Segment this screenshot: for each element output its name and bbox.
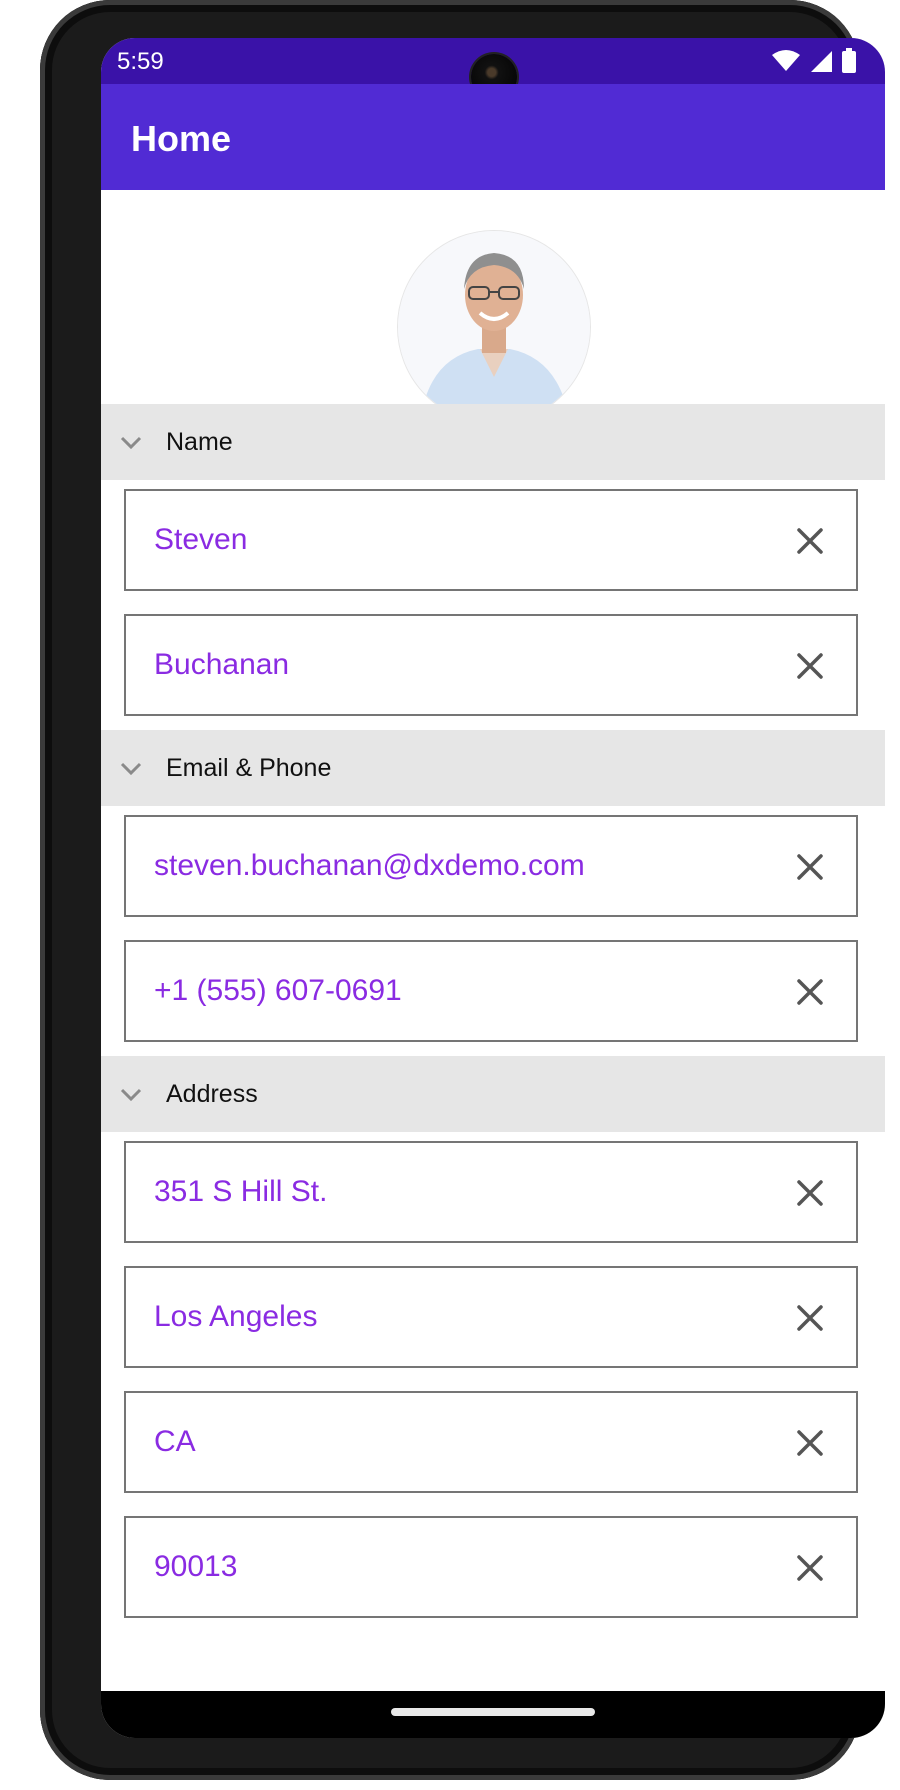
field-value: +1 (555) 607-0691 — [154, 974, 402, 1007]
phone-field[interactable]: +1 (555) 607-0691 — [124, 940, 858, 1042]
battery-icon — [842, 48, 856, 73]
close-icon[interactable] — [794, 1427, 826, 1459]
status-time: 5:59 — [117, 48, 164, 75]
field-value: 351 S Hill St. — [154, 1175, 328, 1208]
chevron-down-icon — [120, 1088, 142, 1102]
wifi-icon — [772, 50, 800, 71]
close-icon[interactable] — [794, 1177, 826, 1209]
page-title: Home — [131, 118, 232, 159]
navigation-bar — [101, 1691, 885, 1738]
field-value: Steven — [154, 523, 248, 556]
status-icons — [771, 48, 857, 74]
close-icon[interactable] — [794, 650, 826, 682]
street-field[interactable]: 351 S Hill St. — [124, 1141, 858, 1243]
state-field[interactable]: CA — [124, 1391, 858, 1493]
zip-field[interactable]: 90013 — [124, 1516, 858, 1618]
app-bar: Home — [101, 84, 885, 190]
chevron-down-icon — [120, 436, 142, 450]
signal-icon — [811, 51, 832, 72]
close-icon[interactable] — [794, 1552, 826, 1584]
last-name-field[interactable]: Buchanan — [124, 614, 858, 716]
chevron-down-icon — [120, 762, 142, 776]
group-label: Email & Phone — [166, 754, 332, 782]
field-value: 90013 — [154, 1550, 238, 1583]
field-value: steven.buchanan@dxdemo.com — [154, 849, 585, 882]
phone-frame: 5:59 Home Name Steven Buchanan Email & P… — [40, 0, 885, 1780]
field-value: Buchanan — [154, 648, 290, 681]
close-icon[interactable] — [794, 976, 826, 1008]
close-icon[interactable] — [794, 851, 826, 883]
screen: 5:59 Home Name Steven Buchanan Email & P… — [101, 38, 885, 1738]
avatar — [397, 230, 591, 424]
group-label: Address — [166, 1080, 258, 1108]
city-field[interactable]: Los Angeles — [124, 1266, 858, 1368]
first-name-field[interactable]: Steven — [124, 489, 858, 591]
group-header-address[interactable]: Address — [101, 1056, 885, 1132]
field-value: Los Angeles — [154, 1300, 318, 1333]
group-label: Name — [166, 428, 233, 456]
group-header-email-phone[interactable]: Email & Phone — [101, 730, 885, 806]
home-indicator[interactable] — [391, 1708, 595, 1716]
group-header-name[interactable]: Name — [101, 404, 885, 480]
close-icon[interactable] — [794, 1302, 826, 1334]
close-icon[interactable] — [794, 525, 826, 557]
field-value: CA — [154, 1425, 196, 1458]
email-field[interactable]: steven.buchanan@dxdemo.com — [124, 815, 858, 917]
